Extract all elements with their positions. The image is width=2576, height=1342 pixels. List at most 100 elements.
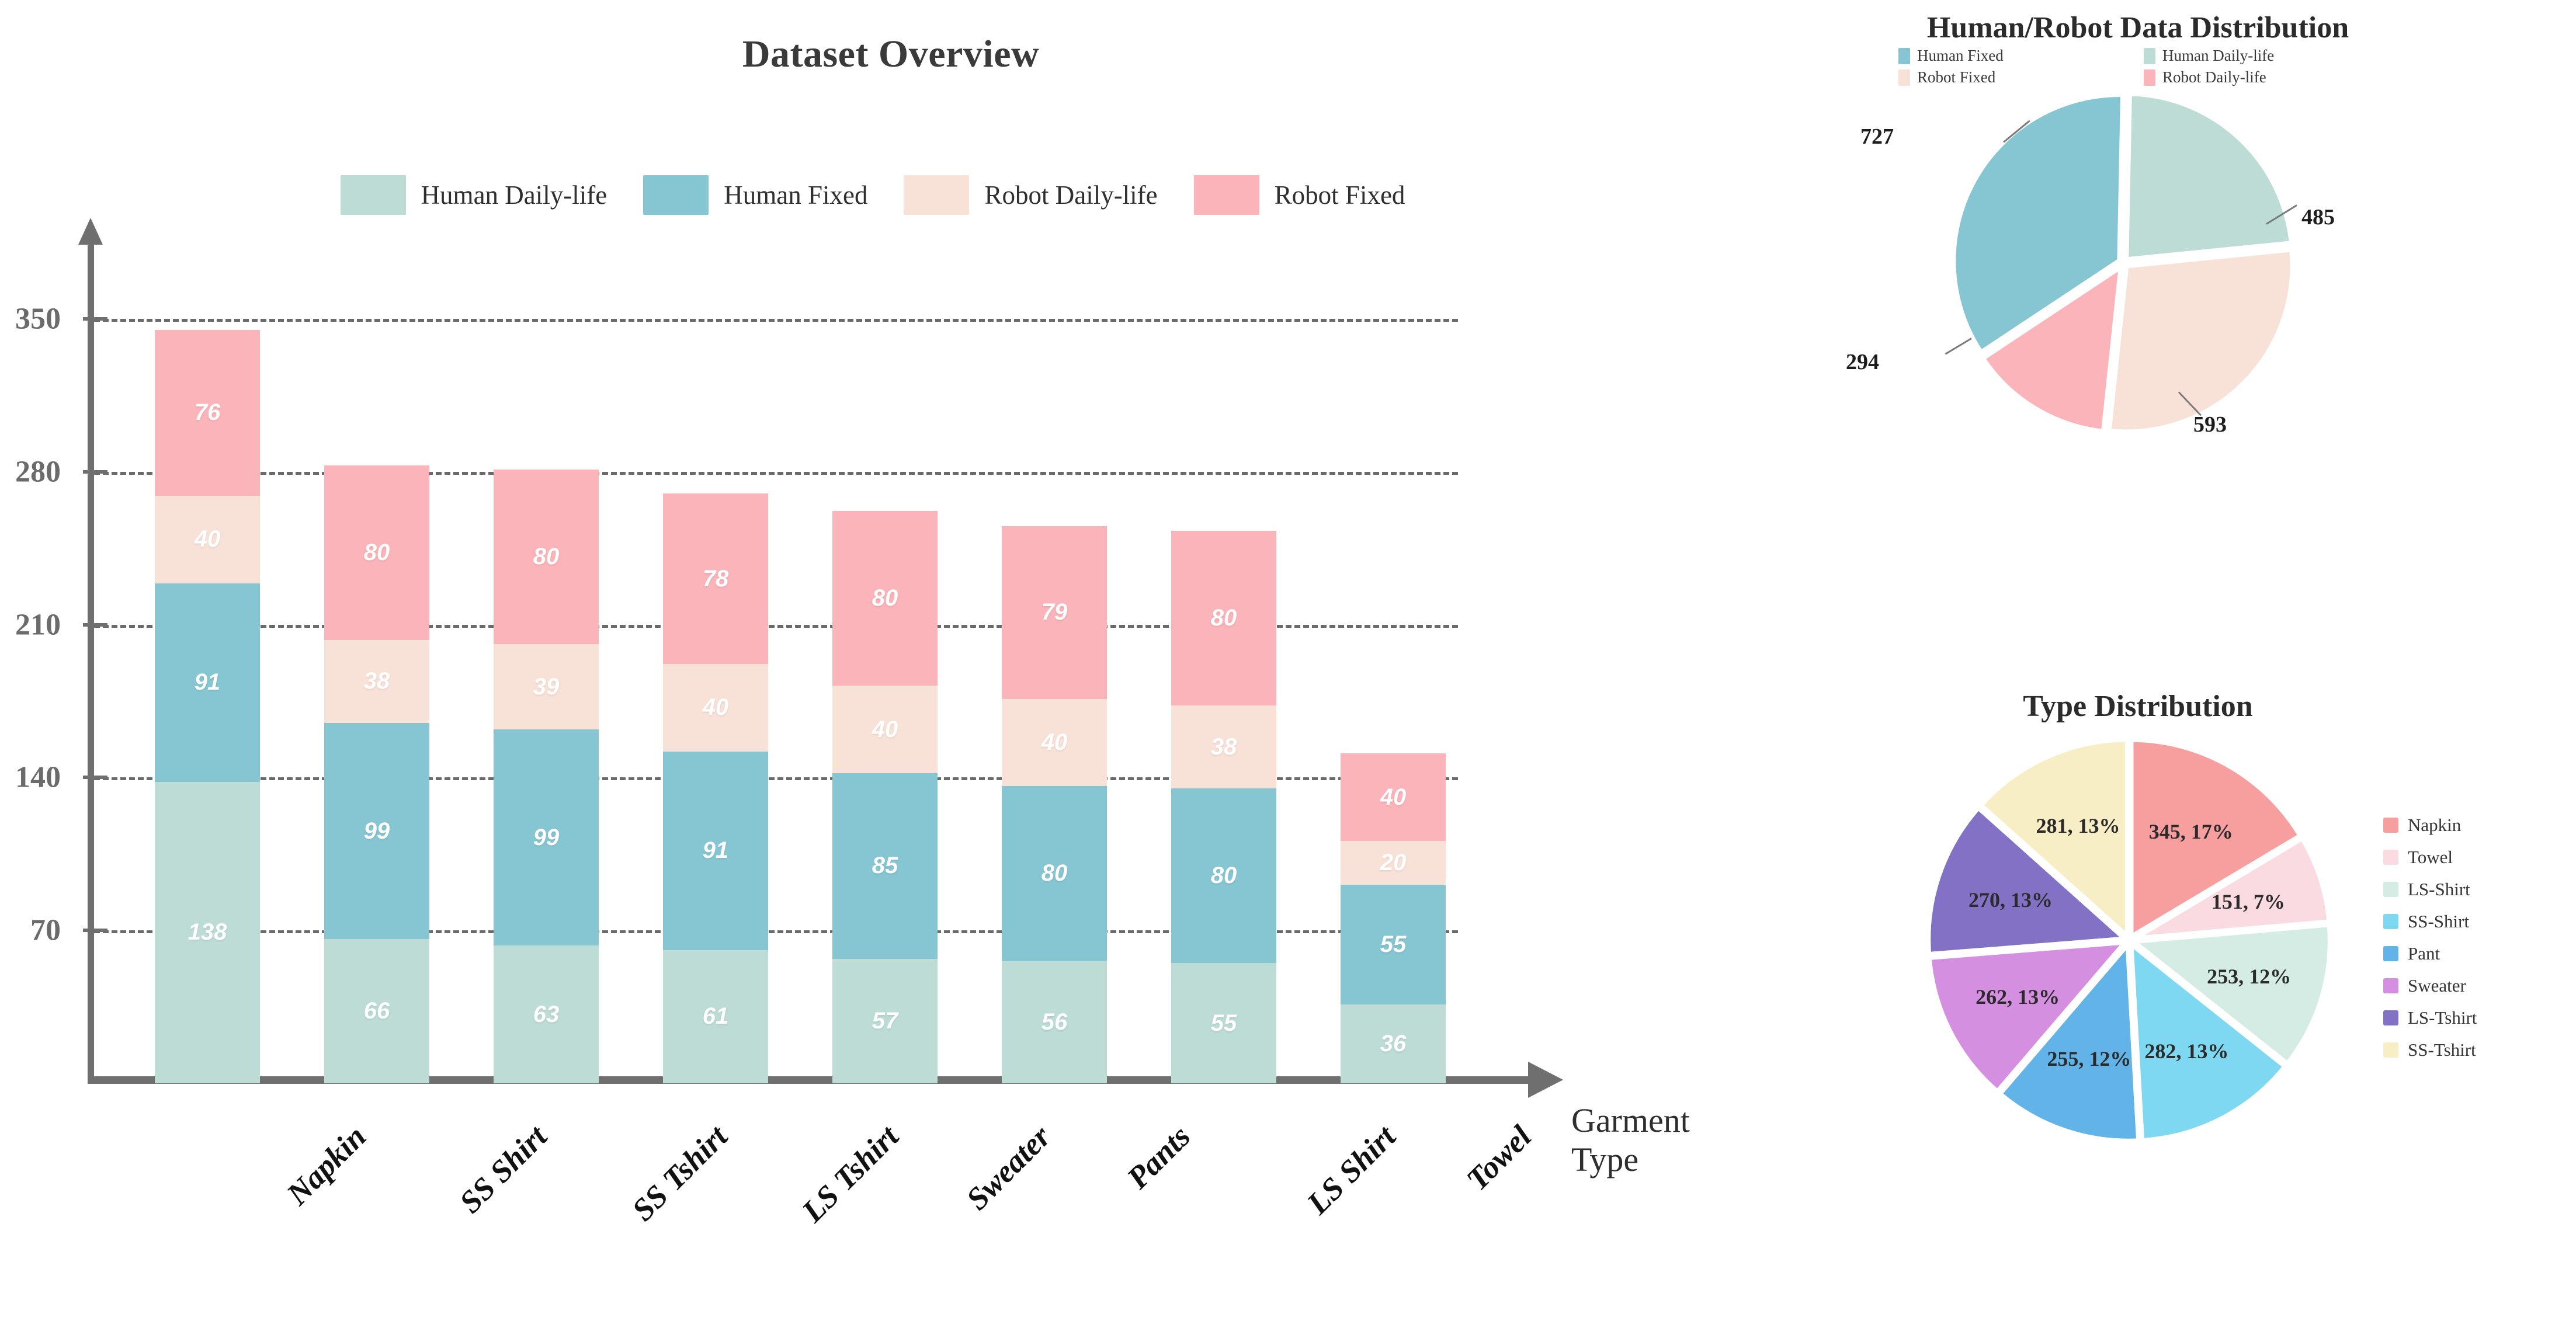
legend-item-robot-daily-life[interactable]: Robot Daily-life	[2144, 68, 2389, 86]
bar-segment[interactable]: 55	[1341, 884, 1446, 1005]
pie-slice[interactable]	[2123, 91, 2295, 263]
y-axis-tick	[83, 776, 107, 780]
y-axis-tick-label: 350	[15, 302, 61, 336]
bar-segment[interactable]: 40	[1341, 753, 1446, 841]
bar-segment[interactable]: 80	[1002, 786, 1107, 961]
bar-stack[interactable]: 80 38 80 55	[1171, 530, 1276, 1083]
bar-segment[interactable]: 55	[1171, 963, 1276, 1083]
legend-item-towel[interactable]: Towel	[2383, 841, 2477, 873]
bar-segment[interactable]: 79	[1002, 526, 1107, 699]
pie-slice-label: 253, 12%	[2207, 964, 2292, 988]
legend-swatch-human-fixed	[643, 175, 709, 215]
bar-stack[interactable]: 79 40 80 56	[1002, 526, 1107, 1083]
legend-swatch-human-daily-life	[2144, 47, 2155, 64]
legend-item-human-fixed[interactable]: Human Fixed	[1898, 47, 2144, 65]
legend-label: SS-Tshirt	[2408, 1039, 2476, 1060]
bar-stack[interactable]: 80 38 99 66	[324, 465, 429, 1083]
bar-segment-value: 80	[872, 585, 898, 611]
bar-segment[interactable]: 99	[494, 729, 599, 946]
legend-item-ls-shirt[interactable]: LS-Shirt	[2383, 873, 2477, 905]
pie-slice-label: 151, 7%	[2211, 890, 2285, 914]
bar-segment[interactable]: 99	[324, 722, 429, 940]
bar-segment[interactable]: 138	[155, 781, 260, 1083]
legend-item-ls-tshirt[interactable]: LS-Tshirt	[2383, 1002, 2477, 1034]
bar-segment[interactable]: 63	[494, 945, 599, 1083]
bar-segment[interactable]: 80	[1171, 788, 1276, 964]
human-robot-pie[interactable]: 727 485 593 294	[1846, 88, 2354, 461]
bar-chart-legend: Human Daily-life Human Fixed Robot Daily…	[0, 175, 1782, 215]
bar-segment-value: 99	[533, 824, 560, 850]
bar-segment[interactable]: 38	[1171, 705, 1276, 789]
bar-segment[interactable]: 40	[1002, 698, 1107, 787]
legend-label-human-daily-life: Human Daily-life	[421, 180, 607, 210]
bar-segment-value: 61	[702, 1003, 729, 1030]
x-axis-category-label: SS Shirt	[452, 1118, 554, 1220]
type-distribution-pie[interactable]: 345, 17% 151, 7% 253, 12% 282, 13% 255, 12% 2…	[1919, 730, 2339, 1150]
bar-segment[interactable]: 80	[1171, 530, 1276, 705]
bar-segment[interactable]: 20	[1341, 840, 1446, 885]
x-axis-arrow-icon	[1528, 1062, 1563, 1098]
bar-segment[interactable]: 76	[155, 329, 260, 496]
legend-item-ss-shirt[interactable]: SS-Shirt	[2383, 905, 2477, 937]
bar-segment-value: 99	[363, 818, 390, 844]
legend-item-robot-daily-life[interactable]: Robot Daily-life	[904, 175, 1158, 215]
bar-segment[interactable]: 80	[832, 511, 938, 686]
bar-segment-value: 80	[363, 539, 390, 565]
bar-segment-value: 80	[1210, 863, 1237, 889]
bar-segment[interactable]: 38	[324, 639, 429, 723]
bar-segment[interactable]: 66	[324, 939, 429, 1083]
bar-chart-panel: Dataset Overview Human Daily-life Human …	[0, 0, 1834, 1342]
legend-item-sweater[interactable]: Sweater	[2383, 969, 2477, 1002]
bar-segment[interactable]: 80	[324, 465, 429, 640]
bar-chart-title: Dataset Overview	[742, 33, 1040, 75]
bar-segment-value: 85	[872, 853, 898, 879]
legend-item-robot-fixed[interactable]: Robot Fixed	[1193, 175, 1405, 215]
bar-segment-value: 80	[1210, 604, 1237, 631]
legend-swatch-human-daily-life	[340, 175, 406, 215]
pie-slice-label: 593	[2193, 412, 2227, 437]
bar-segment-value: 38	[1210, 733, 1237, 760]
pie-slice-label: 727	[1860, 124, 1894, 149]
bar-segment[interactable]: 91	[663, 751, 768, 950]
legend-item-human-daily-life[interactable]: Human Daily-life	[340, 175, 607, 215]
bar-segment[interactable]: 40	[832, 686, 938, 773]
legend-label-robot-daily-life: Robot Daily-life	[984, 180, 1158, 210]
bar-segment[interactable]: 91	[155, 583, 260, 782]
legend-item-human-daily-life[interactable]: Human Daily-life	[2144, 47, 2389, 65]
bar-segment[interactable]: 61	[663, 950, 768, 1083]
y-axis-tick	[83, 929, 107, 933]
legend-label: Sweater	[2408, 975, 2466, 996]
bar-segment[interactable]: 80	[494, 470, 599, 645]
x-axis-category-label: Napkin	[280, 1118, 373, 1212]
bar-stack[interactable]: 40 20 55 36	[1341, 753, 1446, 1083]
bar-segment-value: 76	[194, 399, 221, 426]
bar-segment-value: 63	[533, 1001, 560, 1027]
bar-stack[interactable]: 80 39 99 63	[494, 470, 599, 1083]
y-axis	[88, 242, 94, 1083]
bar-segment[interactable]: 56	[1002, 961, 1107, 1083]
bar-segment[interactable]: 78	[663, 493, 768, 664]
bar-segment[interactable]: 39	[494, 644, 599, 730]
bar-segment[interactable]: 85	[832, 773, 938, 959]
bar-segment[interactable]: 40	[663, 663, 768, 752]
bar-stack[interactable]: 80 40 85 57	[832, 511, 938, 1083]
pie-slice-label: 270, 13%	[1969, 888, 2053, 912]
bar-stack[interactable]: 78 40 91 61	[663, 493, 768, 1083]
legend-item-human-fixed[interactable]: Human Fixed	[643, 175, 867, 215]
legend-item-pant[interactable]: Pant	[2383, 937, 2477, 969]
y-axis-tick	[83, 623, 107, 627]
bar-segment[interactable]: 40	[155, 495, 260, 583]
legend-swatch	[2383, 1042, 2398, 1058]
bar-segment[interactable]: 57	[832, 958, 938, 1083]
human-robot-pie-svg	[1950, 91, 2296, 435]
type-distribution-pie-legend: Napkin Towel LS-Shirt SS-Shirt Pant Sweater LS…	[2383, 809, 2477, 1066]
legend-label: Towel	[2408, 846, 2453, 867]
legend-item-napkin[interactable]: Napkin	[2383, 809, 2477, 841]
x-axis-category-label: LS Shirt	[1300, 1118, 1402, 1221]
bar-segment[interactable]: 36	[1341, 1004, 1446, 1083]
legend-item-robot-fixed[interactable]: Robot Fixed	[1898, 68, 2144, 86]
x-axis-category-label: LS Tshirt	[795, 1118, 905, 1229]
legend-item-ss-tshirt[interactable]: SS-Tshirt	[2383, 1034, 2477, 1066]
bar-stack[interactable]: 76 40 91 138	[155, 329, 260, 1083]
pie-slice[interactable]	[2106, 246, 2296, 435]
